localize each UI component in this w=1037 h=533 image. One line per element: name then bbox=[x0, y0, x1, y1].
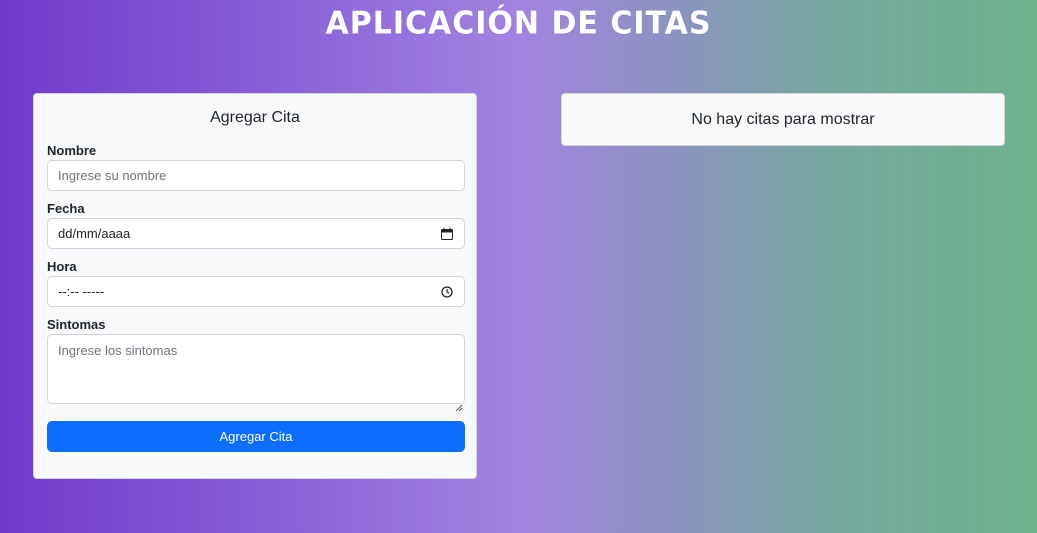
app-title: APLICACIÓN DE CITAS bbox=[325, 5, 712, 42]
fecha-field-group: Fecha dd/mm/aaaa bbox=[47, 201, 465, 249]
sintomas-label: Sintomas bbox=[47, 317, 106, 332]
nombre-input[interactable] bbox=[58, 168, 454, 183]
hora-input-value: --:-- ----- bbox=[58, 284, 105, 299]
resize-handle-icon[interactable] bbox=[455, 399, 463, 412]
appointments-card: No hay citas para mostrar bbox=[561, 93, 1005, 146]
add-appointment-card: Agregar Cita Nombre Fecha dd/mm/aaaa Hor… bbox=[33, 93, 477, 479]
add-appointment-button[interactable]: Agregar Cita bbox=[47, 421, 465, 452]
fecha-input[interactable]: dd/mm/aaaa bbox=[47, 218, 465, 249]
nombre-input-wrapper bbox=[47, 160, 465, 191]
hora-field-group: Hora --:-- ----- bbox=[47, 259, 465, 307]
hora-label: Hora bbox=[47, 259, 77, 274]
form-title: Agregar Cita bbox=[210, 109, 300, 126]
sintomas-field-group: Sintomas bbox=[47, 317, 465, 412]
fecha-label: Fecha bbox=[47, 201, 85, 216]
nombre-label: Nombre bbox=[47, 143, 97, 158]
sintomas-textarea[interactable] bbox=[47, 334, 465, 404]
clock-icon[interactable] bbox=[440, 285, 454, 299]
sintomas-textarea-wrapper bbox=[47, 334, 465, 412]
hora-input[interactable]: --:-- ----- bbox=[47, 276, 465, 307]
nombre-field-group: Nombre bbox=[47, 143, 465, 191]
fecha-input-value: dd/mm/aaaa bbox=[58, 226, 131, 241]
empty-appointments-message: No hay citas para mostrar bbox=[691, 110, 875, 128]
calendar-icon[interactable] bbox=[440, 227, 454, 241]
